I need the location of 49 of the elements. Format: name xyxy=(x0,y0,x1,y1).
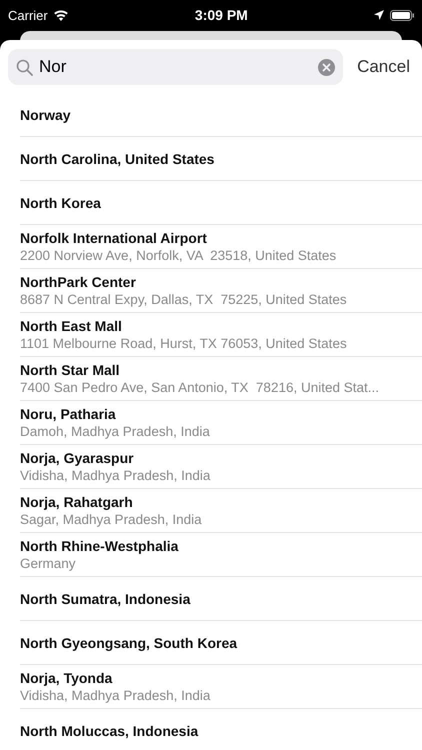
result-subtitle: Germany xyxy=(20,556,77,571)
result-row[interactable]: Norfolk International Airport 2200 Norview Ave, Norfolk, VA 23518, United States xyxy=(20,225,422,269)
result-row[interactable]: Noru, Patharia Damoh, Madhya Pradesh, India xyxy=(20,401,422,445)
result-row[interactable]: Norja, Rahatgarh Sagar, Madhya Pradesh, India xyxy=(20,489,422,533)
result-title: North Rhine-Westphalia xyxy=(20,538,180,554)
result-title: North East Mall xyxy=(20,318,123,334)
result-row[interactable]: North Carolina, United States xyxy=(20,137,422,181)
result-title: North Moluccas, Indonesia xyxy=(20,722,200,738)
cancel-button[interactable]: Cancel xyxy=(353,57,414,77)
result-title: North Korea xyxy=(20,194,102,210)
result-row[interactable]: North Sumatra, Indonesia xyxy=(20,577,422,621)
wifi-icon xyxy=(52,9,69,21)
result-title: Norja, Gyaraspur xyxy=(20,450,135,466)
result-row[interactable]: North Rhine-Westphalia Germany xyxy=(20,533,422,577)
location-arrow-icon xyxy=(374,10,384,20)
result-subtitle: Damoh, Madhya Pradesh, India xyxy=(20,424,211,439)
result-title: North Star Mall xyxy=(20,362,121,378)
result-title: Norja, Tyonda xyxy=(20,670,114,686)
result-title: NorthPark Center xyxy=(20,274,137,290)
result-subtitle: Sagar, Madhya Pradesh, India xyxy=(20,512,203,527)
result-row[interactable]: Norja, Tyonda Vidisha, Madhya Pradesh, India xyxy=(20,665,422,709)
search-input[interactable]: Nor xyxy=(39,57,312,77)
result-title: Norja, Rahatgarh xyxy=(20,494,134,510)
result-title: North Sumatra, Indonesia xyxy=(20,590,192,606)
result-row[interactable]: Norway xyxy=(20,93,422,137)
result-subtitle: Vidisha, Madhya Pradesh, India xyxy=(20,468,212,483)
result-title: Norway xyxy=(20,106,72,122)
result-title: Norfolk International Airport xyxy=(20,230,208,246)
result-row[interactable]: NorthPark Center 8687 N Central Expy, Dallas, TX 75225, United States xyxy=(20,269,422,313)
result-subtitle: 7400 San Pedro Ave, San Antonio, TX 78216, United Stat... xyxy=(20,380,380,395)
result-subtitle: 2200 Norview Ave, Norfolk, VA 23518, United States xyxy=(20,248,338,263)
search-icon xyxy=(16,58,33,76)
result-row[interactable]: North Star Mall 7400 San Pedro Ave, San Antonio, TX 78216, United Stat... xyxy=(20,357,422,401)
result-subtitle: 8687 N Central Expy, Dallas, TX 75225, United States xyxy=(20,292,348,307)
battery-icon xyxy=(390,10,414,20)
result-row[interactable]: North Korea xyxy=(20,181,422,225)
result-title: North Carolina, United States xyxy=(20,150,216,166)
clear-icon[interactable] xyxy=(318,58,336,76)
result-row[interactable]: North Gyeongsang, South Korea xyxy=(20,621,422,665)
result-row[interactable]: Norja, Gyaraspur Vidisha, Madhya Pradesh, India xyxy=(20,445,422,489)
result-row[interactable]: North East Mall 1101 Melbourne Road, Hurst, TX 76053, United States xyxy=(20,313,422,357)
result-title: North Gyeongsang, South Korea xyxy=(20,634,238,650)
carrier-label: Carrier xyxy=(8,8,48,22)
result-subtitle: 1101 Melbourne Road, Hurst, TX 76053, United States xyxy=(20,336,348,351)
clock-time: 3:09 PM xyxy=(194,7,248,23)
result-title: Noru, Patharia xyxy=(20,406,117,422)
search-field[interactable]: Nor xyxy=(8,49,344,85)
result-row[interactable]: North Moluccas, Indonesia xyxy=(20,709,422,750)
result-subtitle: Vidisha, Madhya Pradesh, India xyxy=(20,688,212,703)
